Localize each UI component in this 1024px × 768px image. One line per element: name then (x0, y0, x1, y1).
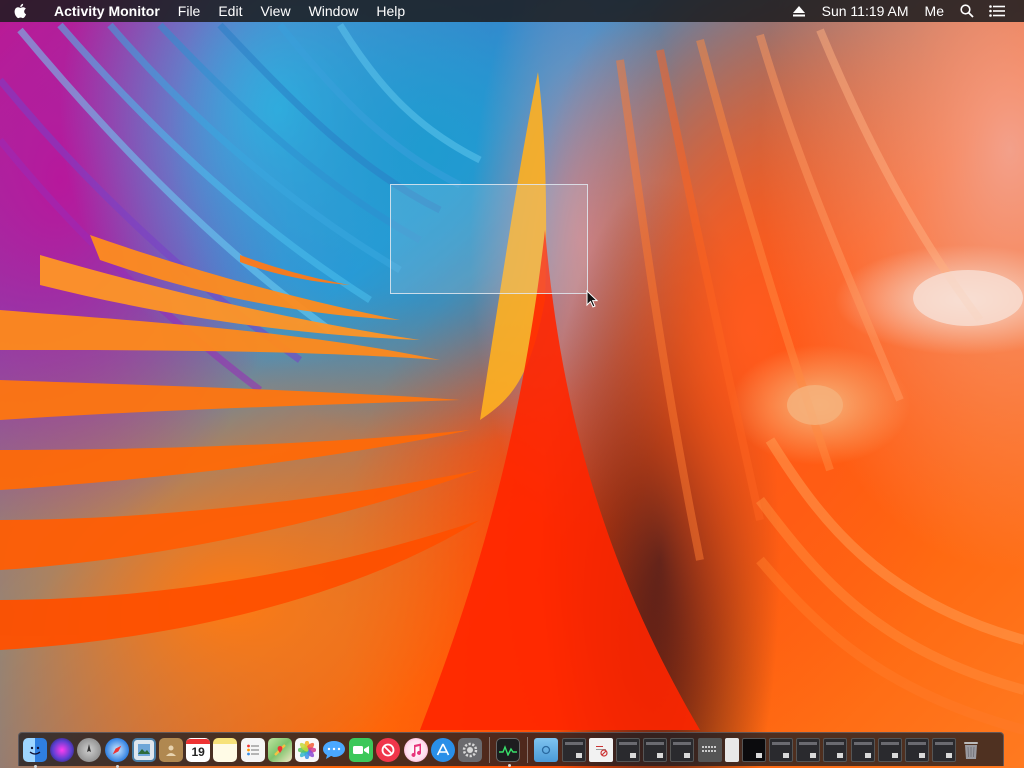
activity-monitor-icon[interactable] (496, 737, 521, 767)
minimized-window-thumbnail[interactable] (643, 737, 668, 762)
safari-icon[interactable] (104, 737, 129, 768)
messages-icon[interactable] (322, 738, 346, 762)
apple-menu-icon[interactable] (0, 0, 40, 22)
minimized-window-thumbnail[interactable] (769, 737, 794, 762)
view-menu[interactable]: View (251, 0, 299, 22)
minimized-window-thumbnail[interactable] (670, 737, 695, 762)
minimized-keyboard-window-thumbnail[interactable] (697, 737, 722, 762)
app-name-menu[interactable]: Activity Monitor (40, 0, 169, 22)
minimized-window-thumbnail[interactable] (932, 737, 957, 762)
minimized-document-thumbnail[interactable] (724, 737, 739, 762)
user-menu[interactable]: Me (917, 0, 952, 22)
minimized-window-thumbnail[interactable] (741, 737, 766, 762)
menu-bar: Activity Monitor File Edit View Window H… (0, 0, 1024, 22)
edit-menu[interactable]: Edit (209, 0, 251, 22)
siri-icon[interactable] (50, 737, 75, 762)
minimized-window-thumbnail[interactable] (877, 737, 902, 762)
downloads-folder-icon[interactable] (534, 737, 559, 762)
notification-center-icon[interactable] (982, 0, 1012, 22)
launchpad-icon[interactable] (77, 737, 102, 762)
calendar-icon[interactable]: 19 (186, 737, 211, 762)
contacts-icon[interactable] (158, 737, 183, 762)
dock-separator (489, 736, 491, 763)
trash-icon[interactable] (959, 738, 983, 762)
dock-separator (527, 736, 529, 763)
minimized-document-thumbnail[interactable] (588, 737, 613, 762)
minimized-window-thumbnail[interactable] (823, 737, 848, 762)
system-preferences-icon[interactable] (458, 737, 482, 762)
dock: 19 (18, 732, 1004, 768)
wallpaper-waves (0, 22, 1024, 735)
calendar-day-label: 19 (191, 745, 205, 759)
desktop-selection-rectangle (390, 184, 588, 294)
finder-icon[interactable] (23, 737, 47, 768)
facetime-icon[interactable] (349, 737, 374, 762)
window-menu[interactable]: Window (300, 0, 368, 22)
desktop-wallpaper[interactable] (0, 0, 1024, 768)
notes-icon[interactable] (213, 737, 238, 762)
eject-icon[interactable] (784, 0, 814, 22)
maps-icon[interactable] (267, 737, 292, 762)
minimized-window-thumbnail[interactable] (850, 737, 875, 762)
minimized-window-thumbnail[interactable] (561, 737, 586, 762)
photos-icon[interactable] (294, 737, 319, 762)
file-menu[interactable]: File (169, 0, 210, 22)
itunes-icon[interactable] (403, 737, 428, 762)
mouse-cursor-icon (586, 289, 599, 313)
minimized-window-thumbnail[interactable] (796, 737, 821, 762)
minimized-window-thumbnail[interactable] (905, 737, 929, 762)
news-icon[interactable] (376, 737, 401, 762)
clock[interactable]: Sun 11:19 AM (814, 0, 917, 22)
help-menu[interactable]: Help (367, 0, 414, 22)
spotlight-search-icon[interactable] (952, 0, 982, 22)
reminders-icon[interactable] (240, 737, 265, 762)
minimized-window-thumbnail[interactable] (615, 737, 640, 762)
preview-icon[interactable] (131, 737, 156, 762)
app-store-icon[interactable] (430, 737, 455, 762)
